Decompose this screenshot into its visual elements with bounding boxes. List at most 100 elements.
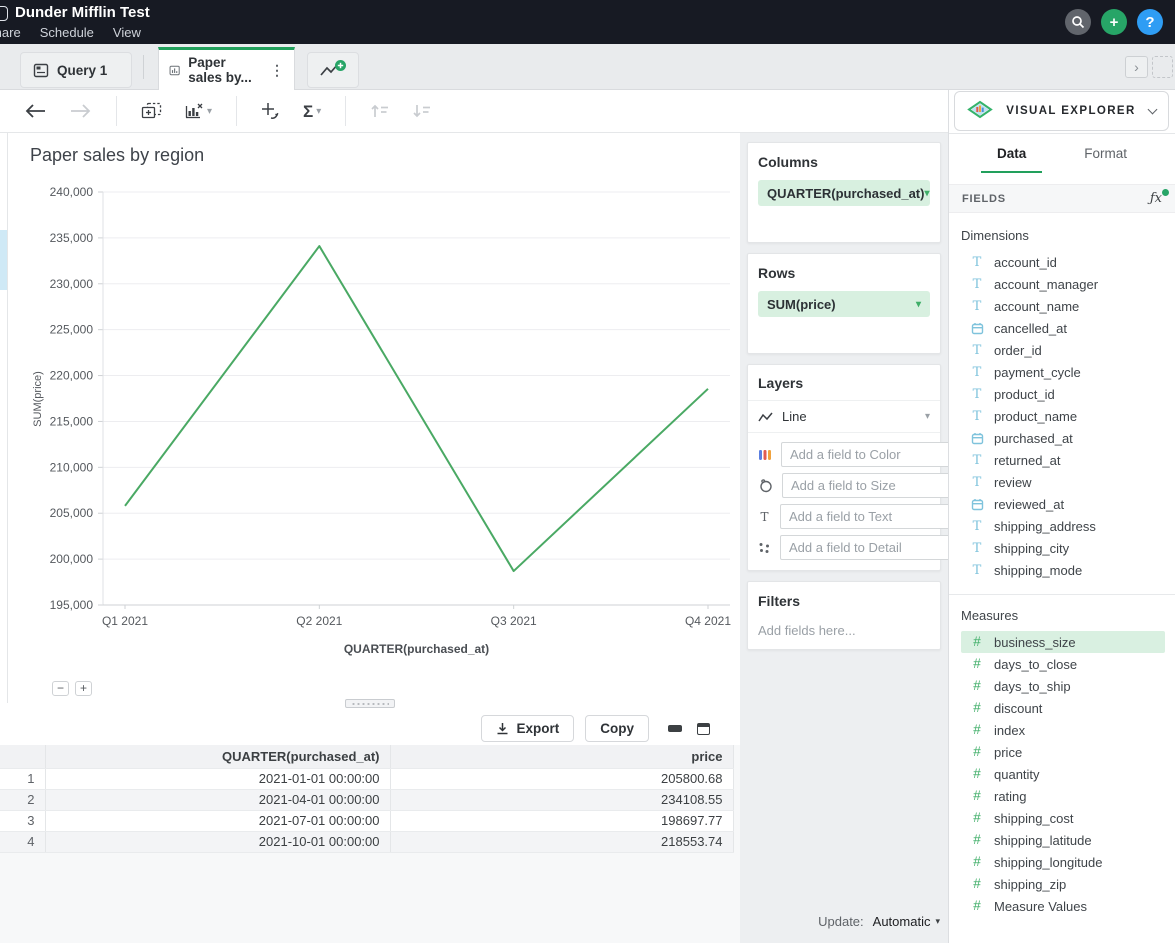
chevron-down-icon[interactable]: ▾ bbox=[916, 299, 921, 310]
field-item-dimension[interactable]: Tpayment_cycle bbox=[961, 361, 1165, 383]
update-mode-select[interactable]: Automatic ▾ bbox=[873, 914, 940, 929]
add-layer-button[interactable] bbox=[141, 102, 162, 120]
tab-data[interactable]: Data bbox=[981, 146, 1042, 173]
field-item-dimension[interactable]: Taccount_name bbox=[961, 295, 1165, 317]
layer-slot-input[interactable] bbox=[780, 535, 974, 560]
field-item-dimension[interactable]: Taccount_manager bbox=[961, 273, 1165, 295]
undo-button[interactable] bbox=[24, 103, 47, 119]
maximize-panel-icon[interactable] bbox=[697, 723, 710, 735]
field-item-measure[interactable]: #discount bbox=[961, 697, 1165, 719]
query-icon bbox=[33, 63, 49, 78]
swap-axes-button[interactable] bbox=[261, 102, 281, 121]
aggregate-button[interactable]: Σ ▾ bbox=[303, 103, 321, 120]
field-item-measure[interactable]: #Measure Values bbox=[961, 895, 1165, 917]
splitter-handle[interactable] bbox=[345, 699, 395, 708]
table-row[interactable]: 12021-01-01 00:00:00205800.68 bbox=[0, 768, 733, 789]
search-button[interactable] bbox=[1065, 9, 1091, 35]
field-item-dimension[interactable]: Tshipping_mode bbox=[961, 559, 1165, 581]
rows-pill[interactable]: SUM(price) ▾ bbox=[758, 291, 930, 317]
copy-button[interactable]: Copy bbox=[585, 715, 649, 742]
columns-pill[interactable]: QUARTER(purchased_at) ▾ bbox=[758, 180, 930, 206]
field-label: business_size bbox=[994, 635, 1076, 650]
field-item-measure[interactable]: #index bbox=[961, 719, 1165, 741]
layer-slot-input[interactable] bbox=[782, 473, 976, 498]
field-item-measure[interactable]: #shipping_cost bbox=[961, 807, 1165, 829]
layer-type-select[interactable]: Line ▾ bbox=[748, 401, 940, 433]
field-item-dimension[interactable]: reviewed_at bbox=[961, 493, 1165, 515]
field-item-dimension[interactable]: Treview bbox=[961, 471, 1165, 493]
menu-share[interactable]: Share bbox=[0, 25, 21, 40]
tab-format[interactable]: Format bbox=[1068, 146, 1143, 173]
sigma-icon: Σ bbox=[303, 103, 313, 120]
menu-view[interactable]: View bbox=[113, 25, 141, 40]
field-item-measure[interactable]: #business_size bbox=[961, 631, 1165, 653]
field-label: payment_cycle bbox=[994, 365, 1081, 380]
field-item-dimension[interactable]: Tproduct_name bbox=[961, 405, 1165, 427]
filters-card: Filters Add fields here... bbox=[747, 581, 941, 650]
field-item-dimension[interactable]: Tshipping_address bbox=[961, 515, 1165, 537]
table-row[interactable]: 22021-04-01 00:00:00234108.55 bbox=[0, 789, 733, 810]
tab-paper-sales[interactable]: Paper sales by... ⋮ bbox=[158, 47, 295, 90]
field-item-measure[interactable]: #shipping_latitude bbox=[961, 829, 1165, 851]
field-item-measure[interactable]: #days_to_close bbox=[961, 653, 1165, 675]
text-type-icon: T bbox=[970, 300, 984, 313]
sort-descending-button[interactable] bbox=[412, 103, 432, 119]
tab-query-1[interactable]: Query 1 bbox=[20, 52, 132, 88]
line-chart[interactable]: 240,000235,000230,000225,000220,000215,0… bbox=[8, 178, 736, 658]
field-item-dimension[interactable]: cancelled_at bbox=[961, 317, 1165, 339]
redo-button[interactable] bbox=[69, 103, 92, 119]
add-calculated-field-icon[interactable]: ƒx bbox=[1150, 191, 1162, 206]
field-item-dimension[interactable]: Torder_id bbox=[961, 339, 1165, 361]
column-header[interactable]: price bbox=[390, 745, 733, 768]
layer-slot-input[interactable] bbox=[781, 442, 975, 467]
minimize-panel-icon[interactable] bbox=[668, 725, 682, 732]
filters-drop-zone[interactable]: Add fields here... bbox=[758, 623, 930, 638]
sort-ascending-button[interactable] bbox=[370, 103, 390, 119]
help-button[interactable]: ? bbox=[1137, 9, 1163, 35]
tab-overflow-button[interactable]: › bbox=[1125, 56, 1148, 78]
add-chart-icon bbox=[318, 59, 348, 81]
tab-menu-icon[interactable]: ⋮ bbox=[270, 62, 284, 79]
add-button[interactable]: + bbox=[1101, 9, 1127, 35]
field-item-dimension[interactable]: Treturned_at bbox=[961, 449, 1165, 471]
field-item-measure[interactable]: #rating bbox=[961, 785, 1165, 807]
svg-text:235,000: 235,000 bbox=[50, 231, 94, 245]
table-row[interactable]: 32021-07-01 00:00:00198697.77 bbox=[0, 810, 733, 831]
field-item-dimension[interactable]: purchased_at bbox=[961, 427, 1165, 449]
pill-label: QUARTER(purchased_at) bbox=[767, 186, 924, 201]
svg-text:Q4 2021: Q4 2021 bbox=[685, 614, 731, 628]
table-row[interactable]: 42021-10-01 00:00:00218553.74 bbox=[0, 831, 733, 852]
menu-schedule[interactable]: Schedule bbox=[40, 25, 94, 40]
field-item-dimension[interactable]: Taccount_id bbox=[961, 251, 1165, 273]
field-item-measure[interactable]: #shipping_longitude bbox=[961, 851, 1165, 873]
text-type-icon: T bbox=[970, 366, 984, 379]
layer-slot-input[interactable] bbox=[780, 504, 974, 529]
remove-chart-button[interactable]: ▾ bbox=[184, 102, 212, 120]
zoom-in-button[interactable]: + bbox=[75, 681, 92, 696]
column-header[interactable]: QUARTER(purchased_at) bbox=[45, 745, 390, 768]
chevron-down-icon: ▾ bbox=[935, 916, 940, 927]
sort-ascending-icon bbox=[370, 103, 390, 119]
field-item-measure[interactable]: #shipping_zip bbox=[961, 873, 1165, 895]
export-button[interactable]: Export bbox=[481, 715, 574, 742]
calendar-icon bbox=[970, 322, 984, 335]
layer-type-label: Line bbox=[782, 409, 807, 424]
field-item-dimension[interactable]: Tshipping_city bbox=[961, 537, 1165, 559]
field-item-measure[interactable]: #days_to_ship bbox=[961, 675, 1165, 697]
table-cell: 2021-07-01 00:00:00 bbox=[45, 810, 390, 831]
chevron-down-icon[interactable]: ▾ bbox=[924, 188, 929, 199]
export-label: Export bbox=[516, 721, 559, 736]
collapsed-panel-strip[interactable] bbox=[0, 133, 8, 703]
zoom-out-button[interactable]: − bbox=[52, 681, 69, 696]
number-icon: # bbox=[970, 877, 984, 891]
svg-text:Q2 2021: Q2 2021 bbox=[296, 614, 342, 628]
field-item-dimension[interactable]: Tproduct_id bbox=[961, 383, 1165, 405]
column-header[interactable] bbox=[0, 745, 45, 768]
add-chart-tab-button[interactable] bbox=[307, 52, 359, 88]
chevron-down-icon: ▾ bbox=[925, 411, 930, 422]
measures-label: Measures bbox=[961, 608, 1165, 623]
visual-explorer-select[interactable]: VISUAL EXPLORER bbox=[954, 91, 1169, 131]
field-item-measure[interactable]: #quantity bbox=[961, 763, 1165, 785]
field-item-measure[interactable]: #price bbox=[961, 741, 1165, 763]
text-type-icon: T bbox=[970, 410, 984, 423]
